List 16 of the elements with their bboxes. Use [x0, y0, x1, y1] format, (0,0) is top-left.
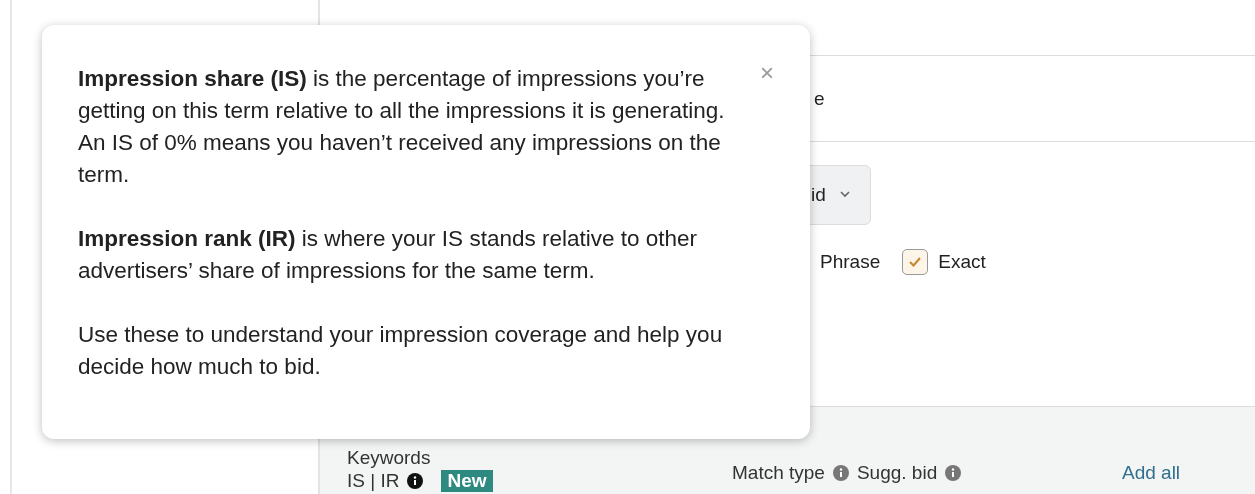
- close-button[interactable]: ×: [760, 59, 774, 87]
- column-header: IS | IR: [347, 470, 400, 492]
- caret-icon: [839, 191, 850, 198]
- popover-paragraph: Use these to understand your impression coverage and help you decide how much to bid.: [78, 321, 724, 381]
- add-all-link[interactable]: Add all: [1122, 462, 1181, 484]
- checkmark-icon: [908, 256, 923, 268]
- popover-paragraph: Impression rank (IR) is where your IS stands relative to other advertisers’ share of impressions for the same term.: [78, 225, 698, 285]
- column-header: Match type: [732, 462, 825, 484]
- column-header: Keywords: [347, 447, 432, 469]
- checkbox[interactable]: [902, 249, 929, 275]
- popover-paragraph: Impression share (IS) is the percentage of impressions you’re getting on this term relative to all the impressions it is generating. An IS of 0% means you haven’t received any impressions on the term.: [78, 65, 726, 189]
- info-icon[interactable]: [407, 473, 424, 489]
- match-type-label: Phrase: [820, 251, 881, 273]
- column-header: Sugg. bid: [856, 462, 938, 484]
- match-type-label: Exact: [938, 251, 986, 273]
- new-badge: New: [441, 470, 493, 492]
